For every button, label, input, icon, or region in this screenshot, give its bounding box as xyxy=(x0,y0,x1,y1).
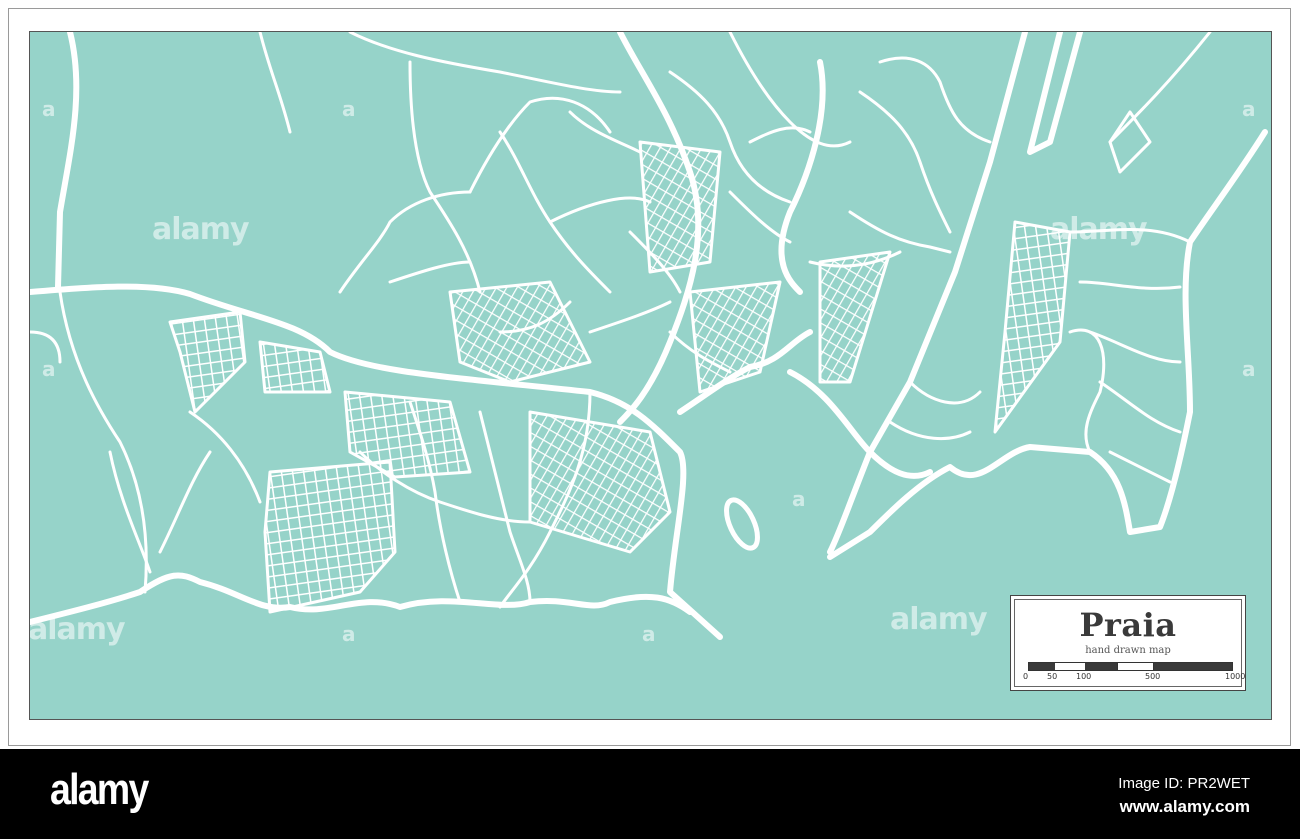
scale-ticks: 0 50 100 500 1000 xyxy=(1023,672,1246,684)
watermark-letter: a xyxy=(792,487,806,511)
scale-segment xyxy=(1085,663,1118,670)
watermark: alamy xyxy=(29,612,126,647)
image-id: Image ID: PR2WET xyxy=(1118,775,1250,792)
scale-tick: 1000 xyxy=(1225,672,1246,681)
city-title: Praia xyxy=(1079,606,1177,644)
watermark: alamy xyxy=(890,602,988,637)
scale-tick: 500 xyxy=(1145,672,1161,681)
scale-segment xyxy=(1153,663,1232,670)
island xyxy=(724,497,760,551)
scale-tick: 50 xyxy=(1047,672,1058,681)
watermark-letter: a xyxy=(342,97,356,121)
watermark: alamy xyxy=(152,212,250,247)
watermark: alamy xyxy=(1050,212,1148,247)
scale-tick: 0 xyxy=(1023,672,1029,681)
alamy-logo: alamy xyxy=(50,765,149,814)
watermark-letter: a xyxy=(42,357,56,381)
scale-bar xyxy=(1028,662,1233,671)
dense-grid-districts xyxy=(168,140,1072,614)
scale-segment xyxy=(1117,663,1154,670)
scale-tick: 100 xyxy=(1076,672,1092,681)
scale-segment xyxy=(1055,663,1086,670)
watermark-letter: a xyxy=(642,622,656,646)
watermark-letter: a xyxy=(342,622,356,646)
scale-segment xyxy=(1029,663,1056,670)
map-subtitle: hand drawn map xyxy=(1085,645,1171,656)
watermark-letter: a xyxy=(1242,97,1256,121)
watermark-letter: a xyxy=(1242,357,1256,381)
footer-bar: alamy Image ID: PR2WET www.alamy.com xyxy=(0,749,1300,839)
site-url[interactable]: www.alamy.com xyxy=(1120,797,1250,817)
map-legend: Praia hand drawn map 0 50 100 500 1000 xyxy=(1010,595,1246,691)
watermark-letter: a xyxy=(42,97,56,121)
